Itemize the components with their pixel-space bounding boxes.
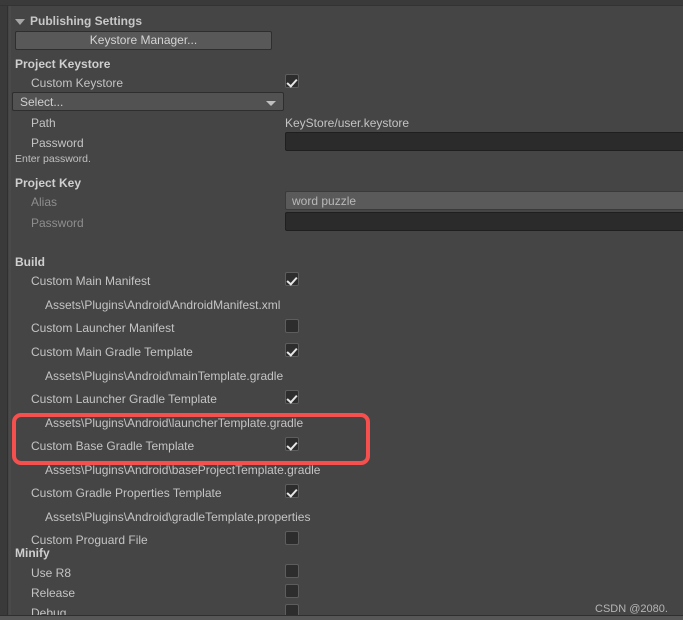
project-key-password-input[interactable] — [285, 212, 683, 231]
build-row-checkbox[interactable] — [285, 484, 299, 498]
project-key-alias-label: Alias — [31, 195, 58, 209]
build-row-checkbox[interactable] — [285, 390, 299, 404]
panel-left-gutter — [0, 6, 8, 615]
keystore-password-helper: Enter password. — [15, 153, 91, 165]
keystore-password-label: Password — [31, 136, 84, 150]
build-row-checkbox[interactable] — [285, 343, 299, 357]
keystore-manager-button[interactable]: Keystore Manager... — [15, 31, 272, 50]
custom-keystore-label: Custom Keystore — [31, 76, 124, 90]
minify-row-label: Release — [31, 586, 76, 600]
panel-bottom-edge — [0, 615, 683, 620]
build-row-label: Custom Gradle Properties Template — [31, 486, 222, 500]
build-row-label: Custom Main Gradle Template — [31, 345, 193, 359]
build-row-checkbox[interactable] — [285, 272, 299, 286]
keystore-select-value: Select... — [20, 95, 64, 109]
build-row-path: Assets\Plugins\Android\gradleTemplate.pr… — [45, 510, 311, 524]
minify-row-checkbox[interactable] — [285, 564, 299, 578]
build-row-label: Custom Base Gradle Template — [31, 439, 195, 453]
project-key-alias-value: word puzzle — [292, 194, 357, 208]
build-row-path: Assets\Plugins\Android\mainTemplate.grad… — [45, 369, 284, 383]
build-row-path: Assets\Plugins\Android\AndroidManifest.x… — [45, 298, 281, 312]
keystore-password-input[interactable] — [285, 132, 683, 151]
publishing-settings-panel: Publishing Settings Keystore Manager... … — [0, 0, 683, 620]
build-row-label: Custom Main Manifest — [31, 274, 151, 288]
chevron-down-icon[interactable] — [266, 101, 276, 106]
build-row-path: Assets\Plugins\Android\baseProjectTempla… — [45, 463, 321, 477]
build-row-checkbox[interactable] — [285, 437, 299, 451]
build-row-checkbox[interactable] — [285, 531, 299, 545]
project-key-header: Project Key — [15, 176, 82, 190]
build-row-path: Assets\Plugins\Android\launcherTemplate.… — [45, 416, 304, 430]
keystore-path-value: KeyStore/user.keystore — [285, 116, 410, 130]
project-key-password-label: Password — [31, 216, 84, 230]
csdn-watermark: CSDN @2080. — [595, 603, 668, 615]
minify-row-label: Use R8 — [31, 566, 72, 580]
triangle-down-icon[interactable] — [15, 19, 25, 25]
build-header: Build — [15, 255, 45, 269]
publishing-settings-title: Publishing Settings — [30, 14, 143, 28]
build-row-label: Custom Launcher Manifest — [31, 321, 175, 335]
panel-content: Publishing Settings Keystore Manager... … — [11, 6, 683, 620]
custom-keystore-checkbox[interactable] — [285, 74, 299, 88]
keystore-select-dropdown[interactable]: Select... — [12, 92, 284, 111]
project-keystore-header: Project Keystore — [15, 57, 111, 71]
keystore-path-label: Path — [31, 116, 56, 130]
build-row-label: Custom Proguard File — [31, 533, 148, 547]
minify-row-checkbox[interactable] — [285, 584, 299, 598]
build-row-label: Custom Launcher Gradle Template — [31, 392, 217, 406]
publishing-settings-foldout[interactable]: Publishing Settings — [11, 10, 683, 30]
build-row-checkbox[interactable] — [285, 319, 299, 333]
minify-header: Minify — [15, 546, 50, 560]
project-key-alias-dropdown[interactable]: word puzzle — [285, 191, 683, 210]
